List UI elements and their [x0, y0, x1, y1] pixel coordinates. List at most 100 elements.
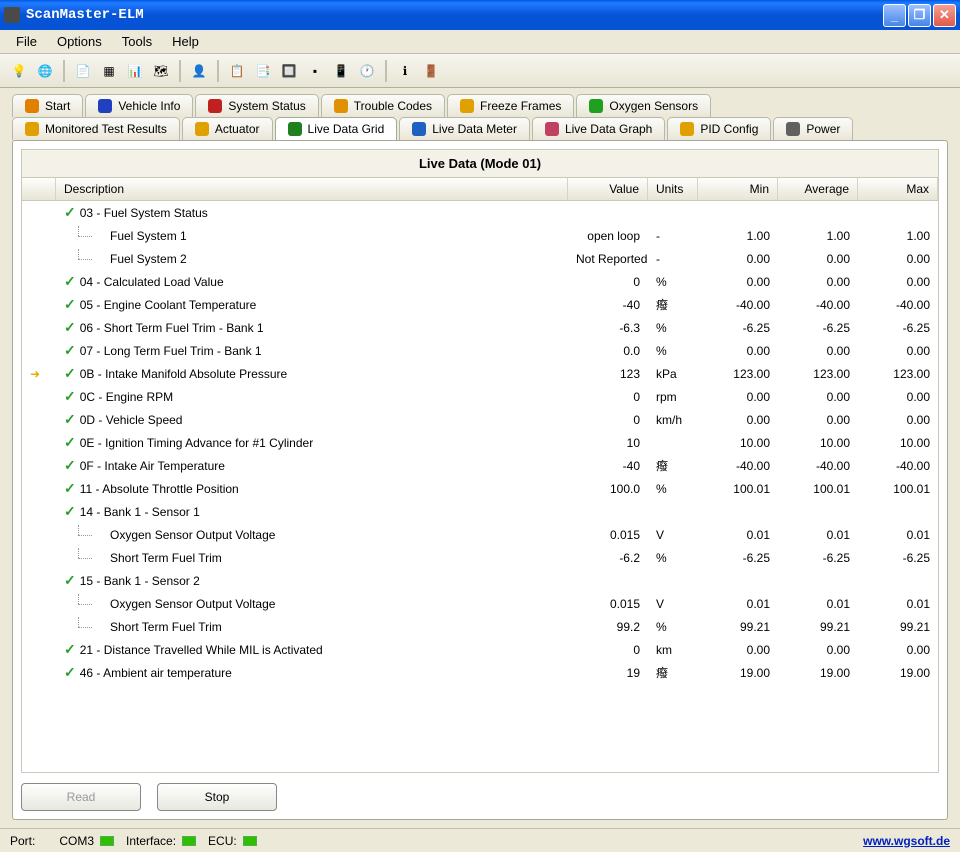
table-row[interactable]: Oxygen Sensor Output Voltage0.015V0.010.…: [22, 592, 938, 615]
table-row[interactable]: ✓15 - Bank 1 - Sensor 2: [22, 569, 938, 592]
table-row[interactable]: Oxygen Sensor Output Voltage0.015V0.010.…: [22, 523, 938, 546]
tb-copy-icon[interactable]: 📋: [226, 60, 248, 82]
tab-label: Start: [45, 99, 70, 113]
menubar: File Options Tools Help: [0, 30, 960, 54]
row-units: V: [648, 526, 698, 544]
tb-exit-icon[interactable]: 🚪: [420, 60, 442, 82]
table-row[interactable]: ✓0F - Intake Air Temperature-40癈-40.00-4…: [22, 454, 938, 477]
table-row[interactable]: ✓04 - Calculated Load Value0%0.000.000.0…: [22, 270, 938, 293]
row-min: 0.01: [698, 526, 778, 544]
tb-info-icon[interactable]: ℹ: [394, 60, 416, 82]
tb-map-icon[interactable]: 🗺: [150, 60, 172, 82]
table-row[interactable]: Short Term Fuel Trim-6.2%-6.25-6.25-6.25: [22, 546, 938, 569]
row-val: -40: [568, 457, 648, 475]
tree-branch-icon: [64, 594, 106, 614]
col-max[interactable]: Max: [858, 178, 938, 200]
current-row-arrow-icon: ➜: [30, 367, 40, 381]
read-button[interactable]: Read: [21, 783, 141, 811]
tab-vehicle-info[interactable]: Vehicle Info: [85, 94, 193, 117]
row-max: -6.25: [858, 319, 938, 337]
row-units: km: [648, 641, 698, 659]
menu-options[interactable]: Options: [47, 32, 112, 51]
check-icon: ✓: [64, 273, 76, 290]
menu-file[interactable]: File: [6, 32, 47, 51]
tb-paste-icon[interactable]: 📑: [252, 60, 274, 82]
table-row[interactable]: ✓05 - Engine Coolant Temperature-40癈-40.…: [22, 293, 938, 316]
row-avg: 0.00: [778, 388, 858, 406]
minimize-button[interactable]: _: [883, 4, 906, 27]
col-value[interactable]: Value: [568, 178, 648, 200]
tb-terminal-icon[interactable]: ▪: [304, 60, 326, 82]
menu-tools[interactable]: Tools: [112, 32, 162, 51]
stop-button[interactable]: Stop: [157, 783, 277, 811]
tree-branch-icon: [64, 617, 106, 637]
table-row[interactable]: ✓0D - Vehicle Speed0km/h0.000.000.00: [22, 408, 938, 431]
maximize-button[interactable]: ❐: [908, 4, 931, 27]
tb-window-icon[interactable]: 🔲: [278, 60, 300, 82]
tb-lightbulb-icon[interactable]: 💡: [8, 60, 30, 82]
tab-oxygen-sensors[interactable]: Oxygen Sensors: [576, 94, 711, 117]
table-row[interactable]: Short Term Fuel Trim99.2%99.2199.2199.21: [22, 615, 938, 638]
row-val: 99.2: [568, 618, 648, 636]
close-button[interactable]: ✕: [933, 4, 956, 27]
col-description[interactable]: Description: [56, 178, 568, 200]
tb-globe-icon[interactable]: 🌐: [34, 60, 56, 82]
table-row[interactable]: ✓21 - Distance Travelled While MIL is Ac…: [22, 638, 938, 661]
tb-device-icon[interactable]: 📱: [330, 60, 352, 82]
row-units: -: [648, 250, 698, 268]
table-row[interactable]: Fuel System 1open loop-1.001.001.00: [22, 224, 938, 247]
tb-clock-icon[interactable]: 🕐: [356, 60, 378, 82]
table-row[interactable]: ✓07 - Long Term Fuel Trim - Bank 10.0%0.…: [22, 339, 938, 362]
table-row[interactable]: ✓06 - Short Term Fuel Trim - Bank 1-6.3%…: [22, 316, 938, 339]
table-row[interactable]: ✓46 - Ambient air temperature19癈19.0019.…: [22, 661, 938, 684]
tab-live-data-grid[interactable]: Live Data Grid: [275, 117, 398, 140]
website-link[interactable]: www.wgsoft.de: [863, 834, 950, 848]
tab-trouble-codes[interactable]: Trouble Codes: [321, 94, 445, 117]
tab-actuator[interactable]: Actuator: [182, 117, 273, 140]
row-units: %: [648, 342, 698, 360]
check-icon: ✓: [64, 342, 76, 359]
col-average[interactable]: Average: [778, 178, 858, 200]
tb-report-icon[interactable]: 📄: [72, 60, 94, 82]
row-val: 0.015: [568, 526, 648, 544]
col-units[interactable]: Units: [648, 178, 698, 200]
tab-live-data-graph[interactable]: Live Data Graph: [532, 117, 665, 140]
table-row[interactable]: ✓0C - Engine RPM0rpm0.000.000.00: [22, 385, 938, 408]
table-row[interactable]: ✓14 - Bank 1 - Sensor 1: [22, 500, 938, 523]
tb-grid-icon[interactable]: ▦: [98, 60, 120, 82]
row-description: 14 - Bank 1 - Sensor 1: [80, 505, 200, 519]
row-description: Short Term Fuel Trim: [110, 620, 222, 634]
table-row[interactable]: ➜✓0B - Intake Manifold Absolute Pressure…: [22, 362, 938, 385]
row-avg: 100.01: [778, 480, 858, 498]
tab-power[interactable]: Power: [773, 117, 853, 140]
tab-start[interactable]: Start: [12, 94, 83, 117]
row-max: 0.01: [858, 595, 938, 613]
o2-icon: [589, 99, 603, 113]
row-avg: 0.01: [778, 526, 858, 544]
table-row[interactable]: Fuel System 2Not Reported-0.000.000.00: [22, 247, 938, 270]
tab-system-status[interactable]: System Status: [195, 94, 318, 117]
tb-chart-icon[interactable]: 📊: [124, 60, 146, 82]
tab-monitored-test-results[interactable]: Monitored Test Results: [12, 117, 180, 140]
tree-branch-icon: [64, 226, 106, 246]
table-row[interactable]: ✓11 - Absolute Throttle Position100.0%10…: [22, 477, 938, 500]
table-row[interactable]: ✓0E - Ignition Timing Advance for #1 Cyl…: [22, 431, 938, 454]
ecu-led-icon: [243, 836, 257, 846]
statusbar: Port: COM3 Interface: ECU: www.wgsoft.de: [0, 828, 960, 852]
row-units: %: [648, 618, 698, 636]
row-description: 46 - Ambient air temperature: [80, 666, 232, 680]
tab-pid-config[interactable]: PID Config: [667, 117, 771, 140]
table-row[interactable]: ✓03 - Fuel System Status: [22, 201, 938, 224]
tab-label: Oxygen Sensors: [609, 99, 698, 113]
col-min[interactable]: Min: [698, 178, 778, 200]
check-icon: ✓: [64, 319, 76, 336]
row-val: 100.0: [568, 480, 648, 498]
tab-label: Trouble Codes: [354, 99, 432, 113]
tab-freeze-frames[interactable]: Freeze Frames: [447, 94, 574, 117]
tab-live-data-meter[interactable]: Live Data Meter: [399, 117, 530, 140]
tb-user-icon[interactable]: 👤: [188, 60, 210, 82]
row-val: 19: [568, 664, 648, 682]
row-max: [858, 510, 938, 514]
menu-help[interactable]: Help: [162, 32, 209, 51]
row-units: 癈: [648, 662, 698, 683]
